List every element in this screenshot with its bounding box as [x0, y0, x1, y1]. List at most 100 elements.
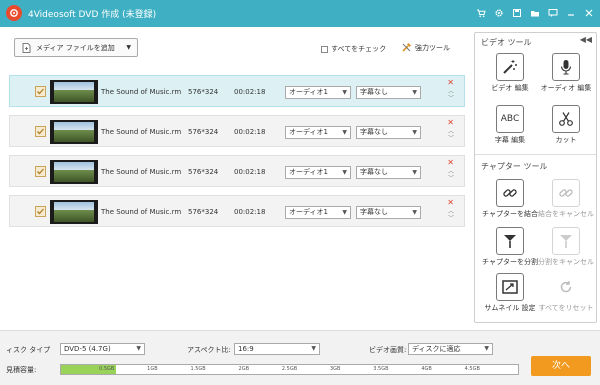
- file-name: The Sound of Music.rm: [101, 88, 182, 96]
- audio-track-select[interactable]: オーディオ1 ▼: [285, 86, 351, 99]
- remove-file-icon[interactable]: ✕: [447, 78, 454, 87]
- audio-track-value: オーディオ1: [289, 88, 328, 96]
- app-logo-icon: [6, 5, 22, 21]
- video-tools-heading: ビデオ ツール: [481, 38, 532, 47]
- add-media-button[interactable]: メディア ファイルを追加 ▼: [14, 38, 138, 57]
- file-row[interactable]: The Sound of Music.rm 576*324 00:02:18 オ…: [9, 155, 465, 187]
- cut-tool[interactable]: カット: [538, 105, 594, 145]
- file-row-checkbox[interactable]: [35, 126, 46, 137]
- reset-icon: [560, 281, 572, 293]
- video-edit-label: ビデオ 編集: [491, 84, 529, 92]
- video-quality-label: ビデオ画質:: [369, 346, 407, 354]
- merge-chapter-tool[interactable]: チャプターを結合: [482, 179, 538, 219]
- audio-edit-tool[interactable]: オーディオ 編集: [538, 53, 594, 93]
- thumbnail-setting-label: サムネイル 設定: [484, 304, 536, 312]
- capacity-tick-label: 4GB: [421, 366, 432, 372]
- file-resolution: 576*324: [188, 88, 219, 96]
- check-all-label: すべてをチェック: [331, 45, 387, 53]
- move-down-icon[interactable]: ﹀: [448, 176, 454, 182]
- minimize-icon[interactable]: [565, 7, 576, 18]
- capacity-tick-label: 1.5GB: [190, 366, 206, 372]
- capacity-label: 見積容量:: [6, 366, 37, 374]
- subtitle-select[interactable]: 字幕なし ▼: [356, 206, 421, 219]
- aspect-ratio-select[interactable]: 16:9 ▼: [234, 343, 320, 355]
- split-chapter-tool[interactable]: チャプターを分割: [482, 227, 538, 267]
- abc-icon: ABC: [500, 114, 520, 124]
- save-icon[interactable]: [511, 7, 522, 18]
- thumbnail-setting-tool[interactable]: サムネイル 設定: [482, 273, 538, 313]
- video-thumbnail: [50, 120, 98, 144]
- file-resolution: 576*324: [188, 128, 219, 136]
- check-all[interactable]: すべてをチェック: [321, 44, 386, 54]
- thumbnail-icon: [502, 280, 518, 294]
- file-duration: 00:02:18: [234, 128, 266, 136]
- folder-icon[interactable]: [529, 7, 540, 18]
- remove-file-icon[interactable]: ✕: [447, 198, 454, 207]
- aspect-ratio-label: アスペクト比:: [187, 346, 231, 354]
- move-down-icon[interactable]: ﹀: [448, 216, 454, 222]
- audio-track-select[interactable]: オーディオ1 ▼: [285, 126, 351, 139]
- gear-icon[interactable]: [493, 7, 504, 18]
- bottom-bar: ィスク タイプ DVD-5 (4.7G) ▼ アスペクト比: 16:9 ▼ ビデオ画…: [0, 330, 600, 385]
- split-chapter-label: チャプターを分割: [482, 258, 538, 266]
- capacity-tick-label: 3.5GB: [373, 366, 389, 372]
- file-row-checkbox[interactable]: [35, 206, 46, 217]
- collapse-panel-icon[interactable]: ◀◀: [580, 35, 592, 44]
- window-title: 4Videosoft DVD 作成 (未登録): [28, 10, 157, 20]
- tools-panel: ビデオ ツール ◀◀ ビデオ 編集 オーディオ 編集 ABC 字幕 編集 カット…: [474, 32, 597, 323]
- power-tool-button[interactable]: 強力ツール: [401, 42, 450, 53]
- disc-type-select[interactable]: DVD-5 (4.7G) ▼: [60, 343, 145, 355]
- check-all-checkbox[interactable]: [321, 45, 328, 53]
- close-icon[interactable]: [583, 7, 594, 18]
- cart-icon[interactable]: [475, 7, 486, 18]
- cut-label: カット: [555, 136, 577, 144]
- unlink-icon: [559, 189, 573, 197]
- subtitle-select[interactable]: 字幕なし ▼: [356, 86, 421, 99]
- subtitle-edit-tool[interactable]: ABC 字幕 編集: [482, 105, 538, 145]
- capacity-bar: 0.5GB 1GB 1.5GB 2GB 2.5GB 3GB 3.5GB 4GB 4.5GB: [60, 364, 519, 375]
- subtitle-select[interactable]: 字幕なし ▼: [356, 166, 421, 179]
- audio-track-value: オーディオ1: [289, 168, 328, 176]
- file-row[interactable]: The Sound of Music.rm 576*324 00:02:18 オ…: [9, 75, 465, 107]
- checkmark-icon: [37, 88, 44, 95]
- audio-track-select[interactable]: オーディオ1 ▼: [285, 166, 351, 179]
- remove-file-icon[interactable]: ✕: [447, 118, 454, 127]
- move-down-icon[interactable]: ﹀: [448, 136, 454, 142]
- tools-icon: [402, 43, 411, 52]
- subtitle-value: 字幕なし: [360, 168, 388, 176]
- chevron-down-icon: ▼: [136, 345, 141, 352]
- file-row-checkbox[interactable]: [35, 86, 46, 97]
- file-row[interactable]: The Sound of Music.rm 576*324 00:02:18 オ…: [9, 115, 465, 147]
- video-quality-select[interactable]: ディスクに適応 ▼: [408, 343, 493, 355]
- reset-all-tool: すべてをリセット: [538, 273, 594, 313]
- unsplit-icon: [560, 235, 572, 248]
- file-row-checkbox[interactable]: [35, 166, 46, 177]
- subtitle-value: 字幕なし: [360, 88, 388, 96]
- feedback-icon[interactable]: [547, 7, 558, 18]
- scissors-icon: [559, 112, 573, 126]
- cancel-split-label: 分割をキャンセル: [538, 258, 594, 266]
- cancel-merge-label: 結合をキャンセル: [538, 210, 594, 218]
- chevron-down-icon: ▼: [342, 89, 347, 96]
- audio-track-select[interactable]: オーディオ1 ▼: [285, 206, 351, 219]
- audio-track-value: オーディオ1: [289, 128, 328, 136]
- checkmark-icon: [37, 168, 44, 175]
- add-media-label: メディア ファイルを追加: [36, 43, 115, 52]
- magic-wand-icon: [503, 60, 517, 74]
- move-down-icon[interactable]: ﹀: [448, 96, 454, 102]
- video-thumbnail: [50, 80, 98, 104]
- video-edit-tool[interactable]: ビデオ 編集: [482, 53, 538, 93]
- file-name: The Sound of Music.rm: [101, 208, 182, 216]
- cancel-split-tool: 分割をキャンセル: [538, 227, 594, 267]
- capacity-tick-label: 1GB: [147, 366, 158, 372]
- subtitle-value: 字幕なし: [360, 208, 388, 216]
- file-row[interactable]: The Sound of Music.rm 576*324 00:02:18 オ…: [9, 195, 465, 227]
- subtitle-select[interactable]: 字幕なし ▼: [356, 126, 421, 139]
- next-button[interactable]: 次へ: [531, 356, 591, 376]
- video-thumbnail: [50, 160, 98, 184]
- checkmark-icon: [37, 208, 44, 215]
- power-tool-label: 強力ツール: [415, 43, 450, 52]
- merge-chapter-label: チャプターを結合: [482, 210, 538, 218]
- panel-divider: [475, 154, 596, 155]
- remove-file-icon[interactable]: ✕: [447, 158, 454, 167]
